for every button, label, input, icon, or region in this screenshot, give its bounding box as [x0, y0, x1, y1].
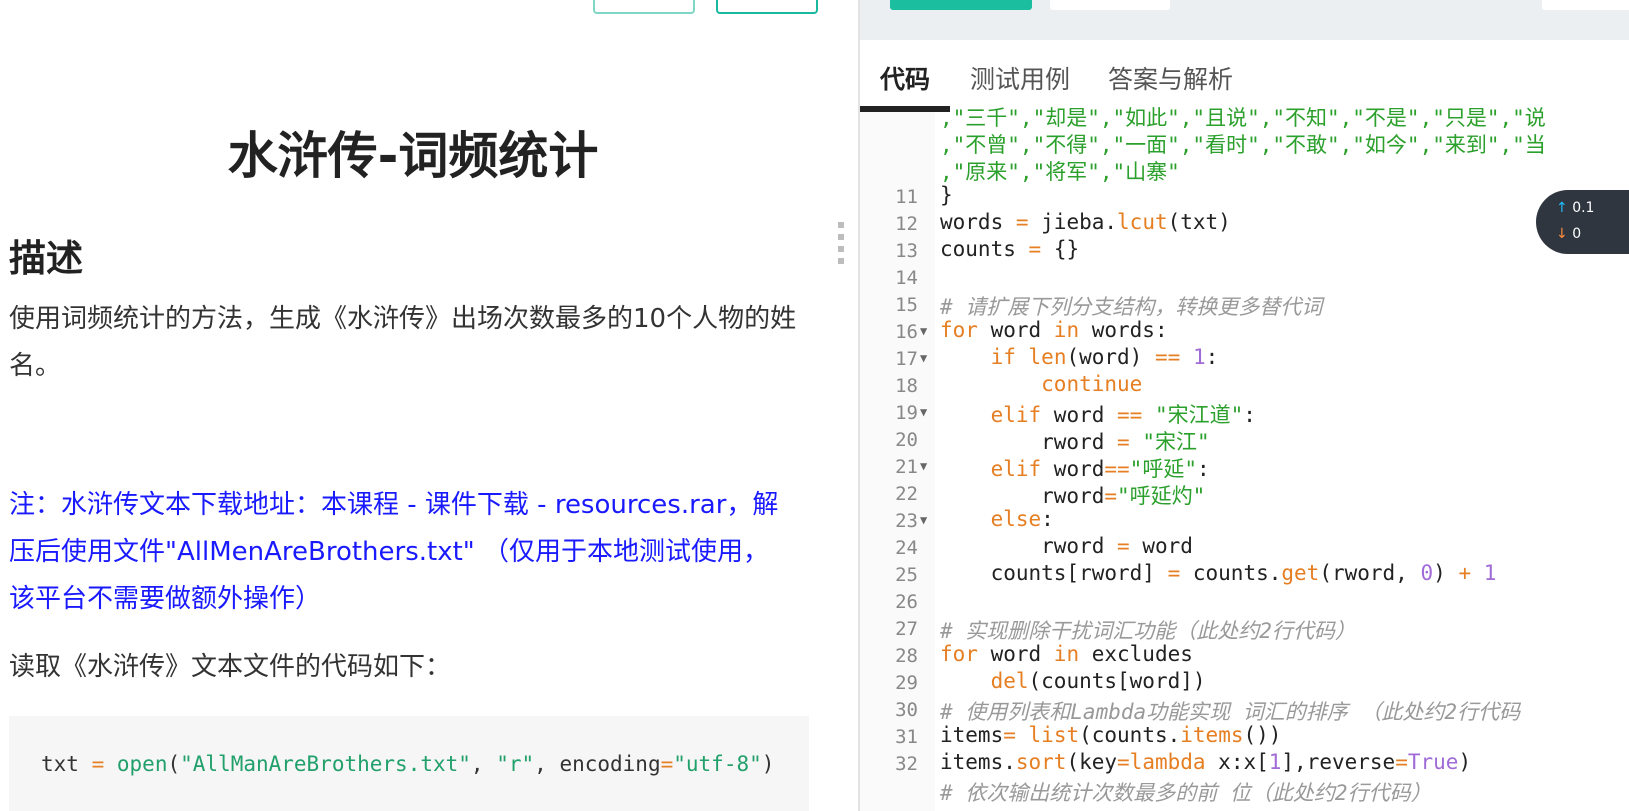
code-line: # 依次输出统计次数最多的前 位（此处约2行代码） — [940, 781, 1432, 805]
code-line: 16 ▼ for word in words: — [895, 318, 1168, 343]
problem-title: 水浒传-词频统计 — [227, 127, 599, 185]
toolbar-button-right[interactable] — [1542, 0, 1629, 10]
code-line: 25 counts[rword] = counts.get(rword, 0) … — [895, 561, 1497, 586]
code-line: 30 # 使用列表和Lambda功能实现 词汇的排序 （此处约2行代码 — [895, 699, 1521, 724]
code-line: 28 for word in excludes — [895, 642, 1193, 667]
code-line: 22 rword="呼延灼" — [895, 483, 1206, 508]
top-button-2[interactable] — [716, 0, 818, 14]
read-code-label: 读取《水浒传》文本文件的代码如下： — [9, 652, 452, 682]
code-line: ,"原来","将军","山寨" — [940, 160, 1180, 184]
code-line: 20 rword = "宋江" — [895, 429, 1210, 454]
code-editor[interactable]: ,"三千","却是","如此","且说","不知","不是","只是","说 ,… — [860, 106, 1629, 811]
code-line: 12 words = jieba.lcut(txt) — [895, 210, 1231, 235]
download-note: 注：水浒传文本下载地址：本课程 - 课件下载 - resources.rar，解… — [9, 490, 779, 614]
code-line: 13 counts = {} — [895, 237, 1080, 262]
code-line: 24 rword = word — [895, 534, 1193, 559]
tab-test-cases[interactable]: 测试用例 — [970, 60, 1070, 96]
code-line: 26 — [895, 591, 918, 613]
code-line: 23 ▼ else: — [895, 507, 1054, 532]
code-line: 11} — [895, 183, 953, 208]
top-button-1[interactable] — [593, 0, 695, 14]
description-text: 使用词频统计的方法，生成《水浒传》出场次数最多的10个人物的姓名。 — [9, 304, 797, 381]
description-heading: 描述 — [9, 237, 83, 280]
editor-toolbar — [860, 0, 1629, 40]
panel-resize-handle[interactable] — [838, 222, 844, 274]
code-sample: txt = open("AllManAreBrothers.txt", "r",… — [41, 752, 775, 776]
upload-arrow-icon: ↑ — [1556, 200, 1568, 216]
code-line: 21 ▼ elif word=="呼延": — [895, 456, 1210, 481]
code-line: 31 items= list(counts.items()) — [895, 723, 1282, 748]
code-line: 32 items.sort(key=lambda x:x[1],reverse=T… — [895, 750, 1472, 775]
code-line: ,"不曾","不得","一面","看时","不敢","如今","来到","当 — [940, 133, 1546, 157]
code-line: 29 del(counts[word]) — [895, 669, 1206, 694]
toolbar-button-secondary[interactable] — [1050, 0, 1170, 10]
tab-answer[interactable]: 答案与解析 — [1108, 60, 1233, 96]
code-line: 15 # 请扩展下列分支结构，转换更多替代词 — [895, 294, 1323, 319]
code-line: 17 ▼ if len(word) == 1: — [895, 345, 1219, 370]
editor-panel: 代码 测试用例 答案与解析 ,"三千","却是","如此","且说","不知",… — [858, 0, 1629, 811]
code-line: 19 ▼ elif word == "宋江道": — [895, 402, 1256, 427]
code-sample-box: txt = open("AllManAreBrothers.txt", "r",… — [9, 716, 809, 811]
download-arrow-icon: ↓ — [1556, 226, 1568, 242]
problem-panel: 水浒传-词频统计 描述 使用词频统计的方法，生成《水浒传》出场次数最多的10个人… — [0, 0, 826, 811]
code-line: ,"三千","却是","如此","且说","不知","不是","只是","说 — [940, 106, 1546, 130]
code-line: 14 — [895, 267, 918, 289]
toolbar-button-primary[interactable] — [890, 0, 1032, 10]
tab-code[interactable]: 代码 — [880, 60, 930, 96]
network-speed-widget: ↑ 0.1 ↓ 0 — [1536, 190, 1629, 254]
code-line: 18 continue — [895, 372, 1143, 397]
code-line: 27 # 实现删除干扰词汇功能（此处约2行代码） — [895, 618, 1356, 643]
